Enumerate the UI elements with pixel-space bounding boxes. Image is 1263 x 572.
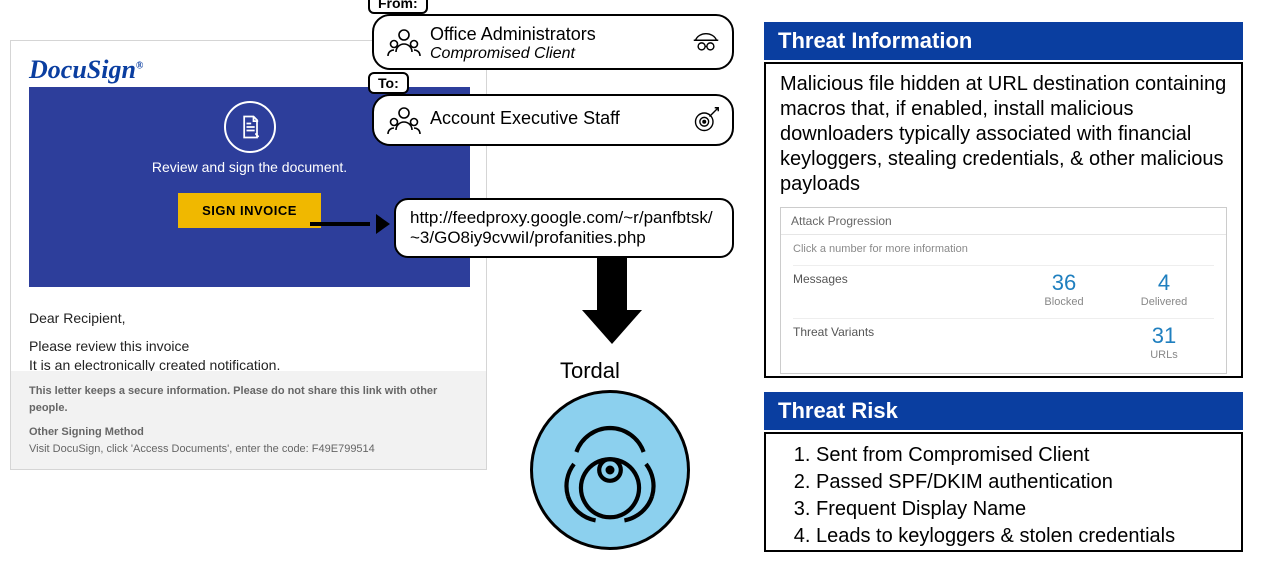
urls-caption: URLs (1150, 349, 1178, 361)
sign-invoice-button[interactable]: SIGN INVOICE (178, 193, 321, 228)
greeting: Dear Recipient, (29, 309, 280, 329)
from-subtitle: Compromised Client (430, 45, 718, 63)
logo-text: DocuSign (29, 55, 136, 84)
blocked-caption: Blocked (1044, 296, 1083, 308)
threat-info-panel: Malicious file hidden at URL destination… (764, 62, 1243, 378)
from-title: Office Administrators (430, 24, 718, 45)
to-tag: To: (368, 72, 409, 94)
group-icon (384, 100, 424, 140)
threat-risk-header: Threat Risk (764, 392, 1243, 430)
risk-item: Leads to keyloggers & stolen credentials (816, 523, 1227, 550)
email-footer: This letter keeps a secure information. … (11, 371, 486, 469)
biohazard-icon (530, 390, 690, 550)
attack-progression-help: Click a number for more information (793, 243, 1214, 255)
blocked-count: 36 (1014, 272, 1114, 294)
malicious-url-box: http://feedproxy.google.com/~r/panfbtsk/… (394, 198, 734, 258)
from-tag: From: (368, 0, 428, 14)
document-icon (224, 101, 276, 153)
threat-risk-panel: Sent from Compromised Client Passed SPF/… (764, 432, 1243, 552)
delivered-caption: Delivered (1141, 296, 1187, 308)
risk-item: Frequent Display Name (816, 496, 1227, 523)
attack-progression-title: Attack Progression (781, 208, 1226, 235)
variants-row: Threat Variants 0x 31 URLs (793, 318, 1214, 371)
risk-item: Sent from Compromised Client (816, 442, 1227, 469)
from-bubble: From: Office Administrators Compromised … (372, 14, 734, 70)
threat-info-header: Threat Information (764, 22, 1243, 60)
spy-icon (692, 28, 720, 56)
malware-name: Tordal (560, 358, 620, 384)
docusign-logo: DocuSign® (29, 55, 143, 85)
footer-method-title: Other Signing Method (29, 424, 468, 441)
arrow-down-icon (582, 258, 642, 348)
threat-info-description: Malicious file hidden at URL destination… (780, 72, 1227, 197)
urls-count: 31 (1114, 325, 1214, 347)
footer-warning: This letter keeps a secure information. … (29, 383, 468, 416)
urls-metric[interactable]: 31 URLs (1114, 325, 1214, 361)
footer-instructions: Visit DocuSign, click 'Access Documents'… (29, 441, 468, 458)
hero-text: Review and sign the document. (29, 159, 470, 175)
risk-item: Passed SPF/DKIM authentication (816, 469, 1227, 496)
body-line-1: Please review this invoice (29, 338, 189, 354)
arrow-right-icon (310, 218, 390, 228)
variants-label: Threat Variants (793, 325, 1014, 361)
attack-progression-box: Attack Progression Click a number for mo… (780, 207, 1227, 374)
target-icon (692, 106, 720, 134)
to-bubble: To: Account Executive Staff (372, 94, 734, 146)
blocked-metric[interactable]: 36 Blocked (1014, 272, 1114, 308)
group-icon (384, 22, 424, 62)
threat-risk-list: Sent from Compromised Client Passed SPF/… (780, 442, 1227, 550)
messages-row: Messages 36 Blocked 4 Delivered (793, 265, 1214, 318)
delivered-metric[interactable]: 4 Delivered (1114, 272, 1214, 308)
messages-label: Messages (793, 272, 1014, 308)
to-title: Account Executive Staff (430, 108, 718, 129)
delivered-count: 4 (1114, 272, 1214, 294)
